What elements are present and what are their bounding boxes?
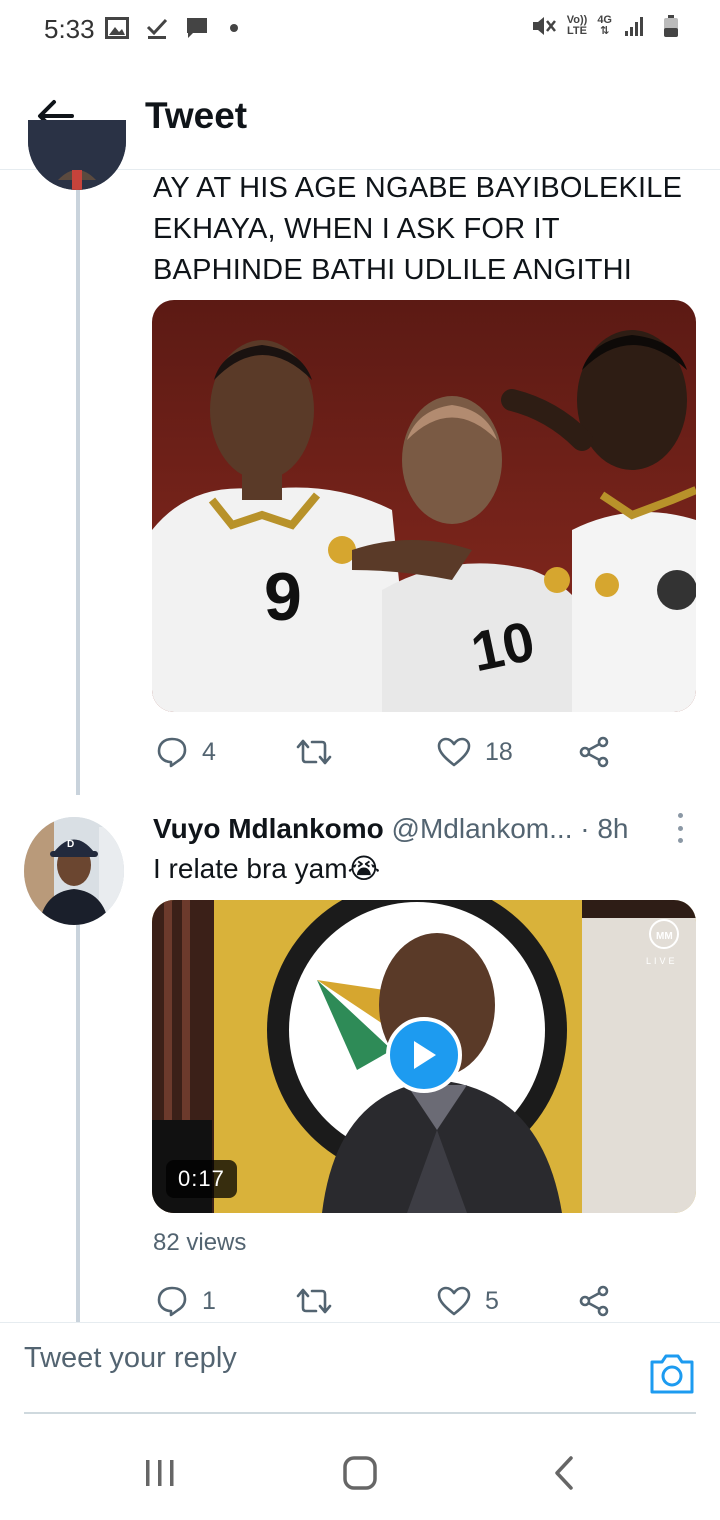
jersey-number-9: 9 xyxy=(264,559,302,635)
tweet-video[interactable]: MM LIVE 0:17 xyxy=(152,900,696,1213)
mute-icon xyxy=(531,14,557,38)
message-icon xyxy=(184,16,210,40)
like-button[interactable]: 5 xyxy=(437,1286,499,1316)
svg-text:D: D xyxy=(67,839,74,850)
tweet-timestamp[interactable]: · 8h xyxy=(580,813,628,844)
svg-text:MM: MM xyxy=(656,931,673,942)
like-count: 18 xyxy=(485,737,513,766)
tweet-actions: 1 5 xyxy=(152,1279,622,1323)
page-title: Tweet xyxy=(145,95,248,136)
more-notifications-dot xyxy=(230,24,238,32)
live-label: LIVE xyxy=(646,956,678,966)
jersey-number-10: 10 xyxy=(466,609,540,684)
home-button[interactable] xyxy=(330,1450,390,1496)
reply-button[interactable]: 4 xyxy=(156,736,216,768)
volte-indicator: Vo)) LTE xyxy=(566,14,588,37)
author-handle[interactable]: @Mdlankom... xyxy=(392,813,573,844)
retweet-icon xyxy=(296,739,332,765)
battery-icon xyxy=(658,14,684,38)
reply-icon xyxy=(157,737,187,768)
gallery-icon xyxy=(104,16,130,40)
share-button[interactable] xyxy=(578,1285,610,1317)
chevron-left-icon xyxy=(555,1456,573,1490)
like-button[interactable]: 18 xyxy=(437,737,513,767)
tweet-actions: 4 18 xyxy=(152,730,622,774)
recent-apps-button[interactable] xyxy=(130,1450,190,1496)
reply-input-underline xyxy=(24,1412,696,1414)
heart-icon xyxy=(437,737,471,767)
avatar[interactable] xyxy=(28,120,126,190)
home-icon xyxy=(343,1456,377,1490)
notification-icons xyxy=(104,16,238,40)
system-back-button[interactable] xyxy=(534,1450,594,1496)
recent-apps-icon xyxy=(146,1460,174,1486)
thread-connector-line xyxy=(76,925,80,1322)
reply-count: 4 xyxy=(202,737,216,766)
like-count: 5 xyxy=(485,1286,499,1315)
camera-button[interactable] xyxy=(648,1352,696,1396)
status-bar: 5:33 Vo)) LTE 4G ⇅ xyxy=(0,0,720,60)
more-options-icon[interactable] xyxy=(672,813,688,843)
tweet-image[interactable]: 9 10 xyxy=(152,300,696,712)
system-icons: Vo)) LTE 4G ⇅ xyxy=(531,14,684,38)
retweet-button[interactable] xyxy=(296,737,346,767)
share-icon xyxy=(579,1285,609,1317)
avatar[interactable]: D xyxy=(24,817,124,925)
reply-button[interactable]: 1 xyxy=(156,1285,216,1317)
network-type-indicator: 4G ⇅ xyxy=(597,14,612,37)
video-duration: 0:17 xyxy=(166,1160,237,1198)
play-button[interactable] xyxy=(386,1017,462,1093)
signal-icon xyxy=(622,14,648,38)
view-count: 82 views xyxy=(153,1229,247,1256)
share-button[interactable] xyxy=(578,736,610,768)
share-icon xyxy=(579,736,609,768)
camera-icon xyxy=(650,1354,694,1394)
heart-icon xyxy=(437,1286,471,1316)
status-time: 5:33 xyxy=(44,14,95,44)
retweet-button[interactable] xyxy=(296,1286,346,1316)
tweet-text: I relate bra yam😭 xyxy=(153,853,381,884)
reply-icon xyxy=(157,1286,187,1317)
author-name[interactable]: Vuyo Mdlankomo xyxy=(153,813,384,844)
reply-count: 1 xyxy=(202,1286,216,1315)
thread-connector-line xyxy=(76,170,80,795)
checkmark-download-icon xyxy=(144,16,170,40)
play-icon xyxy=(414,1041,436,1069)
system-navigation-bar xyxy=(0,1420,720,1520)
reply-input[interactable]: Tweet your reply xyxy=(24,1342,624,1375)
retweet-icon xyxy=(296,1288,332,1314)
tweet-text: AY AT HIS AGE NGABE BAYIBOLEKILE EKHAYA,… xyxy=(153,172,683,286)
tweet-header: Vuyo Mdlankomo @Mdlankom... · 8h xyxy=(153,812,683,846)
